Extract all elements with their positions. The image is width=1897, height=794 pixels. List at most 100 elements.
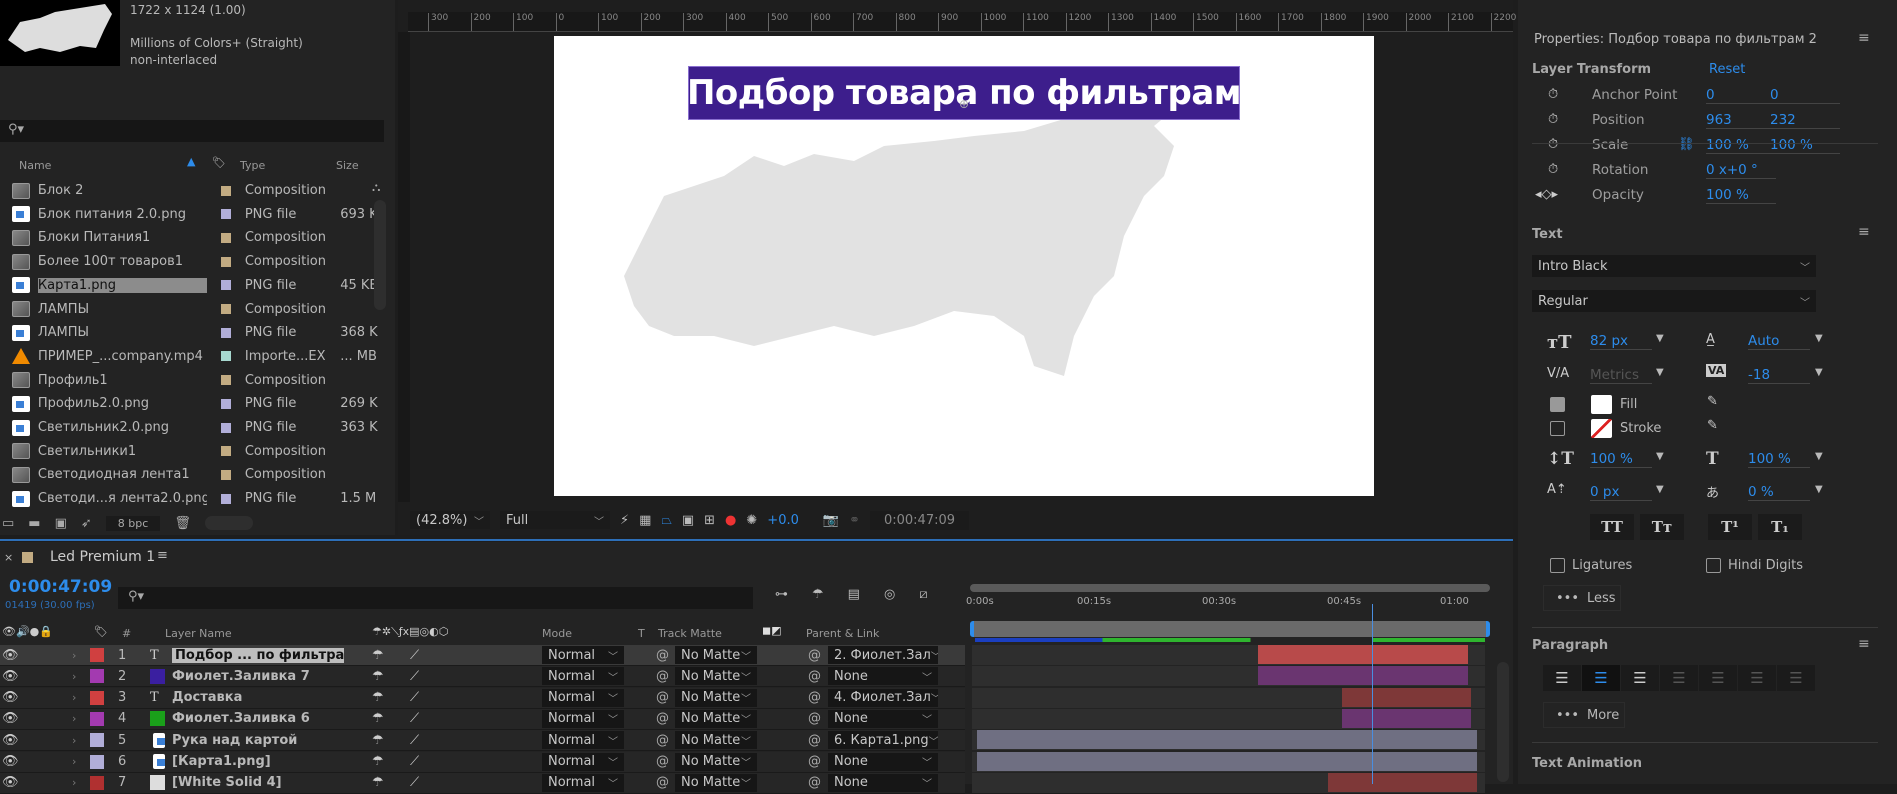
- track-matte-dropdown[interactable]: No Matte ﹀: [675, 752, 757, 771]
- delete-icon[interactable]: 🗑: [174, 516, 191, 531]
- layer-row[interactable]: 👁 › 3 T Доставка ☂ ⟋ Normal ﹀ @ No Matte ﹀…: [0, 687, 965, 709]
- label-color-swatch[interactable]: [220, 304, 231, 314]
- stroke-checkbox[interactable]: [1550, 421, 1565, 436]
- ligatures-checkbox[interactable]: [1550, 558, 1565, 573]
- subscript-button[interactable]: T₁: [1758, 514, 1802, 540]
- label-color-swatch[interactable]: [220, 375, 231, 386]
- label-color-swatch[interactable]: [220, 493, 231, 504]
- parent-pickwhip-icon[interactable]: @: [808, 733, 821, 748]
- property-value-1[interactable]: 100 %: [1706, 137, 1776, 154]
- horizontal-scale-field[interactable]: 100 %: [1748, 451, 1810, 468]
- stopwatch-icon[interactable]: ⏱: [1548, 137, 1558, 152]
- font-family-dropdown[interactable]: Intro Black ﹀: [1532, 255, 1816, 277]
- expand-chevron-icon[interactable]: ›: [72, 755, 90, 768]
- dropdown-arrow-icon[interactable]: ▼: [1656, 333, 1664, 344]
- constrain-proportions-icon[interactable]: ⛓: [1678, 137, 1695, 152]
- matte-pickwhip-icon[interactable]: @: [656, 775, 669, 790]
- panel-menu-icon[interactable]: ≡: [157, 548, 168, 563]
- font-size-field[interactable]: 82 px: [1590, 333, 1652, 350]
- label-color-swatch[interactable]: [90, 775, 104, 790]
- shy-switch-icon[interactable]: ☂: [372, 733, 384, 748]
- comp-tab-name[interactable]: Led Premium 1: [50, 549, 155, 565]
- project-item[interactable]: Светильники1 Composition: [0, 440, 380, 463]
- layer-name[interactable]: Фиолет.Заливка 6: [172, 711, 344, 726]
- project-search-input[interactable]: ⚲▾: [0, 120, 384, 142]
- layer-row[interactable]: 👁 › 2 Фиолет.Заливка 7 ☂ ⟋ Normal ﹀ @ No …: [0, 666, 965, 688]
- quality-switch-icon[interactable]: ⟋: [410, 690, 419, 705]
- tsume-field[interactable]: 0 %: [1748, 484, 1810, 501]
- layer-row[interactable]: 👁 › 1 T Подбор ... по фильтрам 2 ☂ ⟋ Nor…: [0, 645, 965, 666]
- stopwatch-icon[interactable]: ⏱: [1548, 112, 1558, 127]
- panel-menu-icon[interactable]: ≡: [1858, 636, 1870, 652]
- project-item[interactable]: Профиль2.0.png PNG file 269 K: [0, 392, 380, 415]
- parent-dropdown[interactable]: None ﹀: [828, 752, 938, 771]
- vertical-scale-field[interactable]: 100 %: [1590, 451, 1652, 468]
- parent-dropdown[interactable]: 2. Фиолет.Зал﹀: [828, 646, 938, 664]
- eye-icon[interactable]: 👁: [2, 775, 72, 790]
- parent-dropdown[interactable]: 4. Фиолет.Зал﹀: [828, 688, 938, 707]
- justify-last-center-button[interactable]: ☰: [1699, 665, 1737, 691]
- track-matte-dropdown[interactable]: No Matte ﹀: [675, 731, 757, 750]
- playhead[interactable]: [1371, 604, 1373, 784]
- stroke-color-swatch[interactable]: [1591, 419, 1612, 438]
- eye-icon[interactable]: 👁: [2, 690, 72, 705]
- project-item[interactable]: ЛАМПЫ Composition: [0, 298, 380, 321]
- more-button[interactable]: ••• More: [1543, 702, 1625, 728]
- font-style-dropdown[interactable]: Regular ﹀: [1532, 290, 1816, 312]
- justify-last-right-button[interactable]: ☰: [1738, 665, 1776, 691]
- layer-name[interactable]: Доставка: [172, 690, 344, 705]
- align-center-button[interactable]: ☰: [1582, 665, 1620, 691]
- property-value-1[interactable]: 963: [1706, 112, 1776, 129]
- eye-icon[interactable]: 👁: [2, 669, 72, 684]
- shy-switch-icon[interactable]: ☂: [372, 669, 384, 684]
- project-item[interactable]: Профиль1 Composition: [0, 369, 380, 392]
- project-item[interactable]: Блок питания 2.0.png PNG file 693 K: [0, 203, 380, 226]
- layer-duration-bar[interactable]: [977, 730, 1478, 750]
- layer-row[interactable]: 👁 › 4 Фиолет.Заливка 6 ☂ ⟋ Normal ﹀ @ No …: [0, 708, 965, 730]
- layer-row[interactable]: 👁 › 5 Рука над картой ☂ ⟋ Normal ﹀ @ No M…: [0, 730, 965, 752]
- label-color-swatch[interactable]: [220, 256, 231, 267]
- parent-pickwhip-icon[interactable]: @: [808, 711, 821, 726]
- shy-switch-icon[interactable]: ☂: [372, 754, 384, 769]
- bpc-button[interactable]: 8 bpc: [105, 515, 161, 531]
- label-color-swatch[interactable]: [90, 733, 104, 748]
- blend-mode-dropdown[interactable]: Normal ﹀: [542, 688, 624, 707]
- layer-row[interactable]: 👁 › 6 [Карта1.png] ☂ ⟋ Normal ﹀ @ No Matt…: [0, 751, 965, 773]
- layer-name[interactable]: [Карта1.png]: [172, 754, 344, 769]
- layer-duration-bar[interactable]: [1341, 687, 1472, 707]
- parent-dropdown[interactable]: None ﹀: [828, 709, 938, 728]
- layer-duration-bar[interactable]: [977, 751, 1478, 771]
- quality-switch-icon[interactable]: ⟋: [410, 648, 419, 663]
- fill-color-swatch[interactable]: [1591, 395, 1612, 414]
- label-color-swatch[interactable]: [90, 648, 104, 662]
- matte-pickwhip-icon[interactable]: @: [656, 711, 669, 726]
- less-button[interactable]: ••• Less: [1543, 585, 1621, 611]
- parent-dropdown[interactable]: None ﹀: [828, 773, 938, 792]
- region-of-interest-icon[interactable]: ▣: [682, 513, 694, 528]
- layer-search-input[interactable]: ⚲▾: [118, 587, 753, 609]
- shy-switch-icon[interactable]: ☂: [372, 690, 384, 705]
- project-item[interactable]: Светильник2.0.png PNG file 363 K: [0, 416, 380, 439]
- dropdown-arrow-icon[interactable]: ▼: [1815, 451, 1823, 462]
- matte-pickwhip-icon[interactable]: @: [656, 690, 669, 705]
- column-name[interactable]: Name: [19, 159, 51, 172]
- layer-name[interactable]: Подбор ... по фильтрам 2: [172, 647, 344, 663]
- expand-chevron-icon[interactable]: ›: [72, 712, 90, 725]
- label-color-swatch[interactable]: [90, 690, 104, 705]
- eye-icon[interactable]: 👁: [2, 733, 72, 748]
- stopwatch-icon[interactable]: ⏱: [1548, 162, 1558, 177]
- blend-mode-dropdown[interactable]: Normal ﹀: [542, 731, 624, 750]
- column-size[interactable]: Size: [336, 159, 359, 172]
- new-composition-icon[interactable]: ▣: [55, 516, 67, 531]
- layer-duration-bar[interactable]: [1257, 666, 1468, 686]
- label-color-swatch[interactable]: [220, 280, 231, 291]
- expand-chevron-icon[interactable]: ›: [72, 734, 90, 747]
- fill-checkbox[interactable]: [1550, 397, 1565, 412]
- track-matte-dropdown[interactable]: No Matte ﹀: [675, 646, 757, 664]
- blend-mode-dropdown[interactable]: Normal ﹀: [542, 773, 624, 792]
- resolution-dropdown[interactable]: Full ﹀: [500, 511, 610, 529]
- layer-duration-bar[interactable]: [1257, 645, 1468, 664]
- motion-blur-icon[interactable]: ◎: [884, 587, 895, 602]
- expand-chevron-icon[interactable]: ›: [72, 691, 90, 704]
- label-color-swatch[interactable]: [220, 469, 231, 480]
